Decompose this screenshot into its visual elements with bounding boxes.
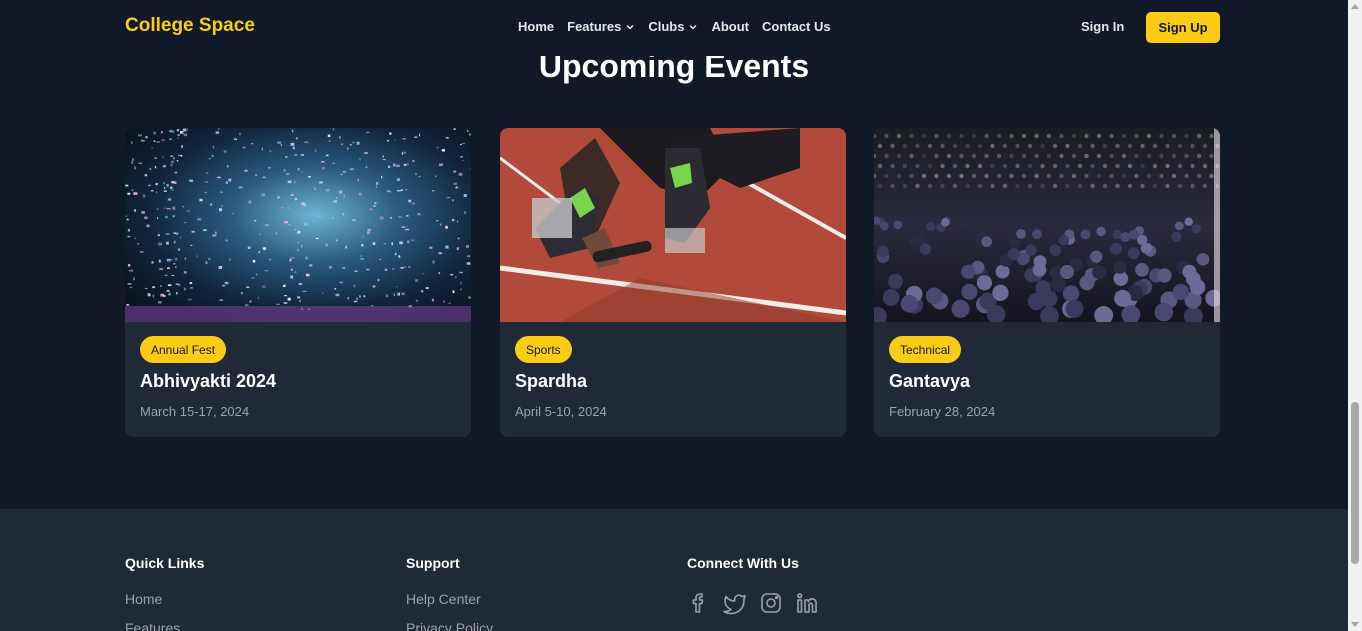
brand-logo[interactable]: College Space bbox=[125, 15, 255, 37]
event-category-badge: Annual Fest bbox=[140, 336, 227, 363]
event-date: April 5-10, 2024 bbox=[515, 404, 607, 419]
nav-link-contact[interactable]: Contact Us bbox=[762, 19, 831, 34]
event-category-badge: Sports bbox=[515, 336, 572, 363]
nav-link-home[interactable]: Home bbox=[518, 19, 554, 34]
chevron-down-icon bbox=[689, 24, 697, 30]
event-date: March 15-17, 2024 bbox=[140, 404, 250, 419]
facebook-icon[interactable] bbox=[687, 591, 711, 615]
footer-heading: Quick Links bbox=[125, 555, 205, 571]
nav-link-features[interactable]: Features bbox=[567, 19, 635, 34]
nav-link-about[interactable]: About bbox=[711, 19, 749, 34]
footer-quick-links: Quick Links Home Features bbox=[125, 555, 204, 631]
event-title: Spardha bbox=[515, 371, 588, 391]
twitter-icon[interactable] bbox=[723, 591, 747, 615]
nav-link-label: About bbox=[711, 19, 749, 34]
footer: Quick Links Home Features Support Help C… bbox=[0, 509, 1348, 631]
footer-heading: Connect With Us bbox=[687, 555, 799, 571]
event-card-spardha[interactable]: Sports Spardha April 5-10, 2024 bbox=[500, 128, 846, 437]
footer-link-features[interactable]: Features bbox=[125, 620, 204, 631]
footer-link-privacy-policy[interactable]: Privacy Policy bbox=[406, 620, 493, 631]
linkedin-icon[interactable] bbox=[795, 591, 819, 615]
scroll-up-arrow-icon[interactable] bbox=[1351, 4, 1359, 9]
chevron-down-icon bbox=[626, 24, 634, 30]
instagram-icon[interactable] bbox=[759, 591, 783, 615]
event-card-gantavya[interactable]: Technical Gantavya February 28, 2024 bbox=[874, 128, 1220, 437]
confetti-concert-photo bbox=[125, 128, 471, 322]
footer-connect: Connect With Us bbox=[687, 555, 819, 615]
nav-link-clubs[interactable]: Clubs bbox=[648, 19, 698, 34]
seminar-audience-photo bbox=[874, 128, 1220, 322]
navbar: College Space Home Features Clubs About … bbox=[0, 0, 1348, 56]
page-scrollbar[interactable] bbox=[1348, 0, 1362, 631]
footer-support: Support Help Center Privacy Policy bbox=[406, 555, 493, 631]
nav-link-label: Features bbox=[567, 19, 622, 34]
event-category-badge: Technical bbox=[889, 336, 962, 363]
scrollbar-thumb[interactable] bbox=[1351, 402, 1359, 564]
event-title: Abhivyakti 2024 bbox=[140, 371, 277, 391]
sign-in-button[interactable]: Sign In bbox=[1081, 19, 1124, 34]
scroll-down-arrow-icon[interactable] bbox=[1351, 622, 1359, 627]
footer-link-home[interactable]: Home bbox=[125, 591, 204, 607]
nav-link-label: Clubs bbox=[648, 19, 685, 34]
relay-sprinter-photo bbox=[500, 128, 846, 322]
nav-link-label: Contact Us bbox=[762, 19, 831, 34]
footer-link-help-center[interactable]: Help Center bbox=[406, 591, 493, 607]
event-card-abhivyakti[interactable]: Annual Fest Abhivyakti 2024 March 15-17,… bbox=[125, 128, 471, 437]
nav-link-label: Home bbox=[518, 19, 555, 34]
event-date: February 28, 2024 bbox=[889, 404, 996, 419]
social-links bbox=[687, 591, 819, 615]
sign-up-button[interactable]: Sign Up bbox=[1146, 12, 1220, 43]
footer-heading: Support bbox=[406, 555, 460, 571]
nav-links: Home Features Clubs About Contact Us bbox=[518, 19, 844, 34]
event-title: Gantavya bbox=[889, 371, 971, 391]
